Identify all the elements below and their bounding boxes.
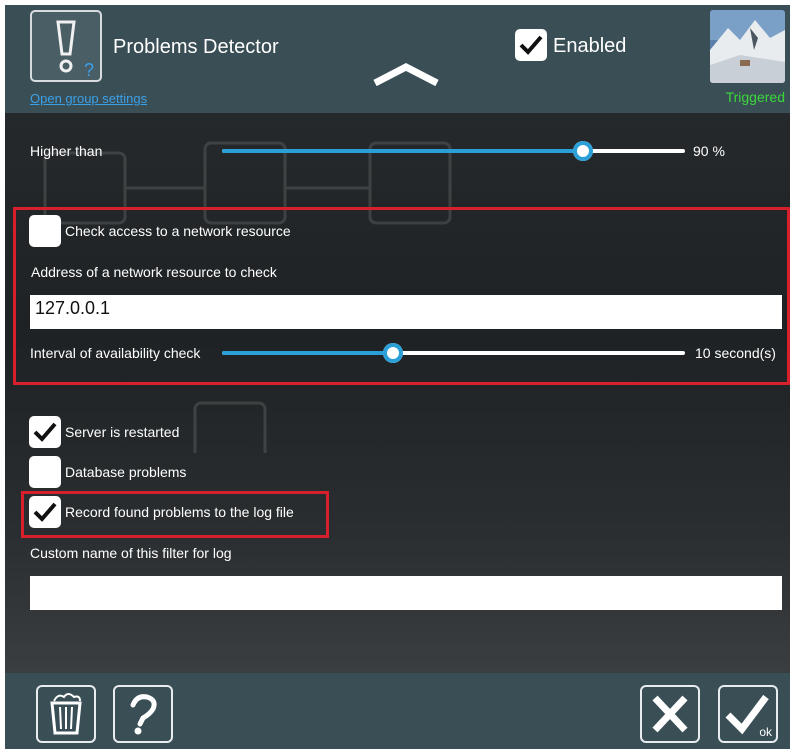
ok-sub-label: ok: [759, 725, 772, 739]
database-problems-checkbox[interactable]: [29, 456, 61, 488]
close-icon: [652, 695, 688, 733]
custom-name-input[interactable]: [30, 576, 782, 610]
network-check-label: Check access to a network resource: [65, 223, 291, 239]
chevron-up-icon[interactable]: [371, 61, 441, 87]
checkmark-icon: [33, 502, 57, 522]
ok-button[interactable]: ok: [718, 685, 778, 743]
enabled-label: Enabled: [553, 35, 627, 57]
question-icon: ?: [84, 60, 94, 80]
record-log-label: Record found problems to the log file: [65, 504, 294, 520]
address-input[interactable]: 127.0.0.1: [30, 295, 782, 329]
threshold-slider-fill: [222, 149, 584, 153]
record-log-checkbox[interactable]: [29, 496, 61, 528]
status-triggered: Triggered: [725, 89, 785, 105]
settings-panel: Higher than 90 % Check access to a netwo…: [5, 113, 790, 673]
server-restarted-checkbox[interactable]: [29, 416, 61, 448]
warning-icon: ?: [56, 20, 94, 80]
interval-slider-fill: [222, 351, 394, 355]
checkmark-icon: [519, 35, 543, 55]
custom-name-label: Custom name of this filter for log: [30, 545, 232, 561]
threshold-slider[interactable]: [222, 141, 685, 161]
camera-thumbnail[interactable]: [710, 10, 785, 83]
detector-icon: ?: [30, 10, 102, 82]
enabled-checkbox[interactable]: [515, 29, 547, 61]
footer-bar: ok: [5, 673, 790, 749]
interval-label: Interval of availability check: [30, 345, 201, 361]
network-check-checkbox[interactable]: [29, 215, 61, 247]
cancel-button[interactable]: [640, 685, 700, 743]
trash-icon: [50, 693, 82, 735]
database-problems-label: Database problems: [65, 464, 187, 480]
interval-slider[interactable]: [222, 343, 685, 363]
header-bar: ? Problems Detector Open group settings …: [5, 5, 790, 113]
server-restarted-label: Server is restarted: [65, 424, 180, 440]
threshold-value: 90 %: [693, 143, 725, 159]
help-icon: [130, 694, 157, 735]
problems-detector-window: ? Problems Detector Open group settings …: [5, 5, 790, 749]
interval-value: 10 second(s): [695, 345, 776, 361]
address-label: Address of a network resource to check: [31, 264, 277, 280]
threshold-slider-knob[interactable]: [573, 141, 594, 161]
open-group-settings-link[interactable]: Open group settings: [30, 91, 147, 106]
higher-than-label: Higher than: [30, 143, 103, 159]
help-button[interactable]: [113, 685, 173, 743]
checkmark-icon: [33, 422, 57, 442]
delete-button[interactable]: [36, 685, 96, 743]
detector-title: Problems Detector: [113, 36, 279, 58]
